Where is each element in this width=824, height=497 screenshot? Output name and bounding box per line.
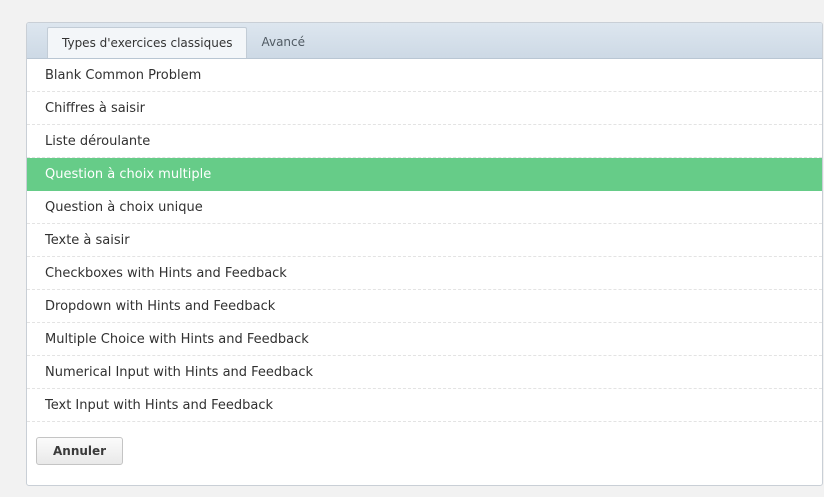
list-item-question-choix-unique[interactable]: Question à choix unique — [27, 191, 822, 224]
list-item-chiffres-a-saisir[interactable]: Chiffres à saisir — [27, 92, 822, 125]
exercise-type-list: Blank Common Problem Chiffres à saisir L… — [27, 59, 822, 422]
cancel-button[interactable]: Annuler — [36, 437, 124, 465]
list-item-texte-a-saisir[interactable]: Texte à saisir — [27, 224, 822, 257]
tab-bar: Types d'exercices classiques Avancé — [27, 23, 822, 59]
list-item-numerical-input-hints-feedback[interactable]: Numerical Input with Hints and Feedback — [27, 356, 822, 389]
list-item-liste-deroulante[interactable]: Liste déroulante — [27, 125, 822, 158]
list-item-question-choix-multiple[interactable]: Question à choix multiple — [27, 158, 822, 191]
tab-advanced[interactable]: Avancé — [247, 27, 319, 58]
list-item-checkboxes-hints-feedback[interactable]: Checkboxes with Hints and Feedback — [27, 257, 822, 290]
list-item-multiple-choice-hints-feedback[interactable]: Multiple Choice with Hints and Feedback — [27, 323, 822, 356]
panel-footer: Annuler — [36, 437, 124, 465]
list-item-blank-common-problem[interactable]: Blank Common Problem — [27, 59, 822, 92]
tab-classic-exercise-types[interactable]: Types d'exercices classiques — [47, 27, 248, 58]
component-picker-panel: Types d'exercices classiques Avancé Blan… — [26, 22, 823, 486]
list-item-text-input-hints-feedback[interactable]: Text Input with Hints and Feedback — [27, 389, 822, 422]
list-item-dropdown-hints-feedback[interactable]: Dropdown with Hints and Feedback — [27, 290, 822, 323]
